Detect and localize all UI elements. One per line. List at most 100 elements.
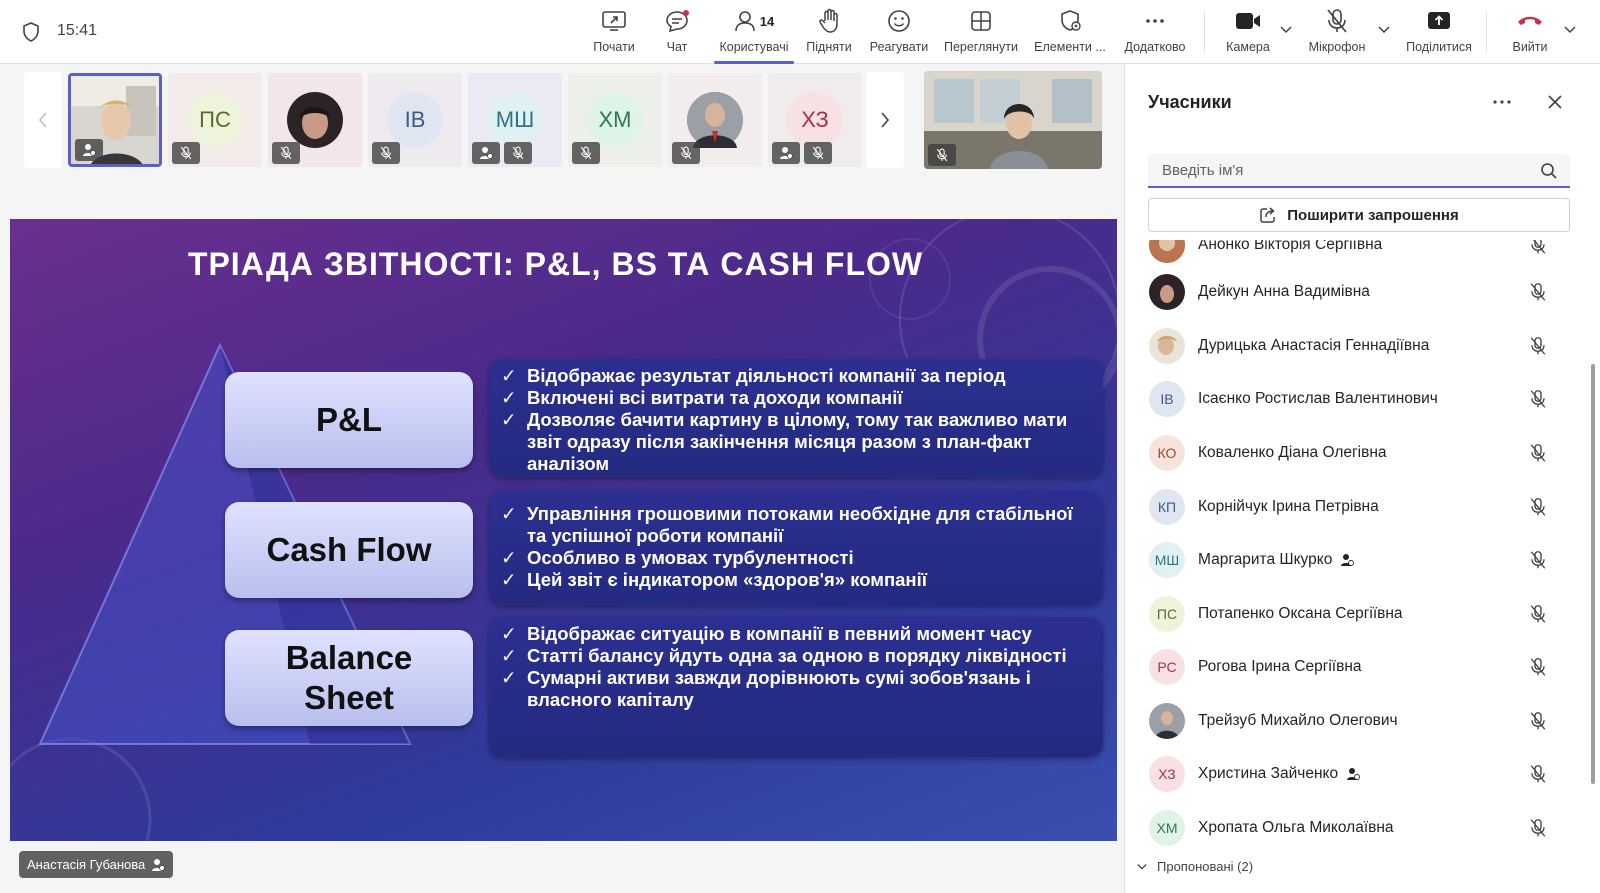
mic-off-icon <box>380 146 392 160</box>
self-video-tile[interactable] <box>924 71 1102 169</box>
muted-badge <box>804 142 832 164</box>
strip-next-button[interactable] <box>866 72 904 168</box>
leave-button[interactable]: Вийти <box>1508 6 1552 62</box>
list-item[interactable]: ІВ Ісаєнко Ростислав Валентинович <box>1125 372 1565 426</box>
mic-off-icon <box>1530 658 1546 676</box>
toolbar-divider <box>1204 12 1205 52</box>
strip-prev-button[interactable] <box>24 72 62 168</box>
cash-flow-bullet: ✓ Управління грошовими потоками необхідне… <box>501 503 1073 546</box>
check-icon: ✓ <box>501 667 517 688</box>
participant-tile[interactable]: ПС <box>168 73 262 167</box>
avatar: ПС <box>1149 596 1185 632</box>
muted-badge <box>504 142 532 164</box>
participant-count: 14 <box>759 13 775 29</box>
leave-options-chevron-icon[interactable] <box>1564 26 1576 34</box>
avatar: ХЗ <box>787 92 843 148</box>
check-icon: ✓ <box>501 547 517 568</box>
apps-icon <box>1061 10 1081 31</box>
avatar: ХЗ <box>1149 756 1185 792</box>
participant-tile[interactable] <box>268 73 362 167</box>
search-input[interactable] <box>1148 154 1518 186</box>
avatar: КП <box>1149 489 1185 525</box>
share-link-icon <box>1260 207 1275 223</box>
close-icon[interactable] <box>1543 90 1567 114</box>
list-item[interactable]: ХМ Хропата Ольга Миколаївна <box>1125 801 1565 855</box>
more-options-icon[interactable] <box>1490 90 1514 114</box>
list-item[interactable]: КО Коваленко Діана Олегівна <box>1125 426 1565 480</box>
mic-off-icon <box>1327 9 1347 33</box>
avatar: ІВ <box>1149 381 1185 417</box>
participant-tile[interactable]: ХЗ <box>768 73 862 167</box>
mic-off-icon <box>1530 444 1546 462</box>
participant-tile[interactable]: ХМ <box>568 73 662 167</box>
cash-flow-bullet: ✓ Цей звіт є індикатором «здоров'я» компа… <box>501 569 927 590</box>
camera-options-chevron-icon[interactable] <box>1280 26 1292 34</box>
mic-off-icon <box>1530 605 1546 623</box>
suggested-section-header[interactable]: Пропоновані (2) <box>1125 855 1565 885</box>
avatar <box>1149 703 1185 739</box>
participant-tile[interactable]: ІВ <box>368 73 462 167</box>
more-button[interactable]: Додатково <box>1120 6 1190 62</box>
shield-icon <box>23 22 39 42</box>
presenter-badge <box>472 142 500 164</box>
cash-flow-label: Cash Flow <box>225 502 473 598</box>
list-item[interactable]: Дурицька Анастасія Геннадіївна <box>1125 319 1565 373</box>
balance-sheet-panel: ✓ Відображає ситуацію в компанії в певний… <box>489 617 1103 757</box>
pl-bullet: ✓ Відображає результат діяльності компані… <box>501 365 1006 386</box>
list-item[interactable]: ХЗ Христина Зайченко <box>1125 747 1565 801</box>
panel-title: Учасники <box>1148 92 1232 112</box>
mic-off-icon <box>180 146 192 160</box>
people-icon <box>734 11 755 32</box>
raise-hand-icon <box>819 8 838 33</box>
presenter-icon <box>83 144 96 156</box>
muted-badge <box>172 142 200 164</box>
avatar <box>1149 240 1185 263</box>
share-screen-button[interactable]: Почати <box>588 6 640 62</box>
avatar <box>1149 274 1185 310</box>
share-invite-button[interactable]: Поширити запрошення <box>1148 198 1570 232</box>
hang-up-icon <box>1518 16 1542 25</box>
more-icon <box>1146 19 1164 23</box>
muted-badge <box>928 144 956 166</box>
mic-off-icon <box>812 146 824 160</box>
list-item[interactable]: РС Рогова Ірина Сергіївна <box>1125 640 1565 694</box>
muted-badge <box>272 142 300 164</box>
list-item[interactable]: Дейкун Анна Вадимівна <box>1125 265 1565 319</box>
mic-off-icon <box>1530 390 1546 408</box>
check-icon: ✓ <box>501 645 517 666</box>
participant-tile[interactable]: МШ <box>468 73 562 167</box>
microphone-button[interactable]: Мікрофон <box>1306 6 1368 62</box>
search-icon[interactable] <box>1540 162 1558 180</box>
presenter-icon <box>1347 768 1361 780</box>
participant-tile[interactable] <box>668 73 762 167</box>
balance-sheet-label: Balance Sheet <box>225 630 473 726</box>
presenter-icon <box>480 147 493 159</box>
muted-badge <box>572 142 600 164</box>
mic-options-chevron-icon[interactable] <box>1378 26 1390 34</box>
list-item[interactable]: ПС Потапенко Оксана Сергіївна <box>1125 587 1565 641</box>
avatar: МШ <box>1149 542 1185 578</box>
pl-bullet: ✓ Включені всі витрати та доходи компанії <box>501 387 903 408</box>
presenter-name-tag: Анастасія Губанова <box>19 851 174 878</box>
list-item[interactable]: МШ Маргарита Шкурко <box>1125 533 1565 587</box>
participants-panel: Учасники Поширити запрошення Анонко Вікт… <box>1124 64 1600 893</box>
balance-sheet-bullet: ✓ Статті балансу йдуть одна за одною в по… <box>501 645 1067 666</box>
react-button[interactable]: Реагувати <box>866 6 932 62</box>
list-item[interactable]: КП Корнійчук Ірина Петрівна <box>1125 480 1565 534</box>
view-button[interactable]: Переглянути <box>940 6 1022 62</box>
pl-label: P&L <box>225 372 473 468</box>
panel-scrollbar[interactable] <box>1591 364 1595 784</box>
chat-button[interactable]: Чат <box>663 6 691 62</box>
camera-button[interactable]: Камера <box>1222 6 1274 62</box>
avatar: КО <box>1149 435 1185 471</box>
apps-button[interactable]: Елементи ... <box>1032 6 1108 62</box>
mic-off-icon <box>580 146 592 160</box>
people-button[interactable]: 14 Користувачі <box>714 6 794 64</box>
participant-tile[interactable] <box>68 73 162 167</box>
share-button[interactable]: Поділитися <box>1402 6 1476 62</box>
raise-hand-button[interactable]: Підняти <box>804 6 854 62</box>
avatar: РС <box>1149 649 1185 685</box>
check-icon: ✓ <box>501 569 517 590</box>
list-item[interactable]: Трейзуб Михайло Олегович <box>1125 694 1565 748</box>
mic-off-icon <box>1530 551 1546 569</box>
